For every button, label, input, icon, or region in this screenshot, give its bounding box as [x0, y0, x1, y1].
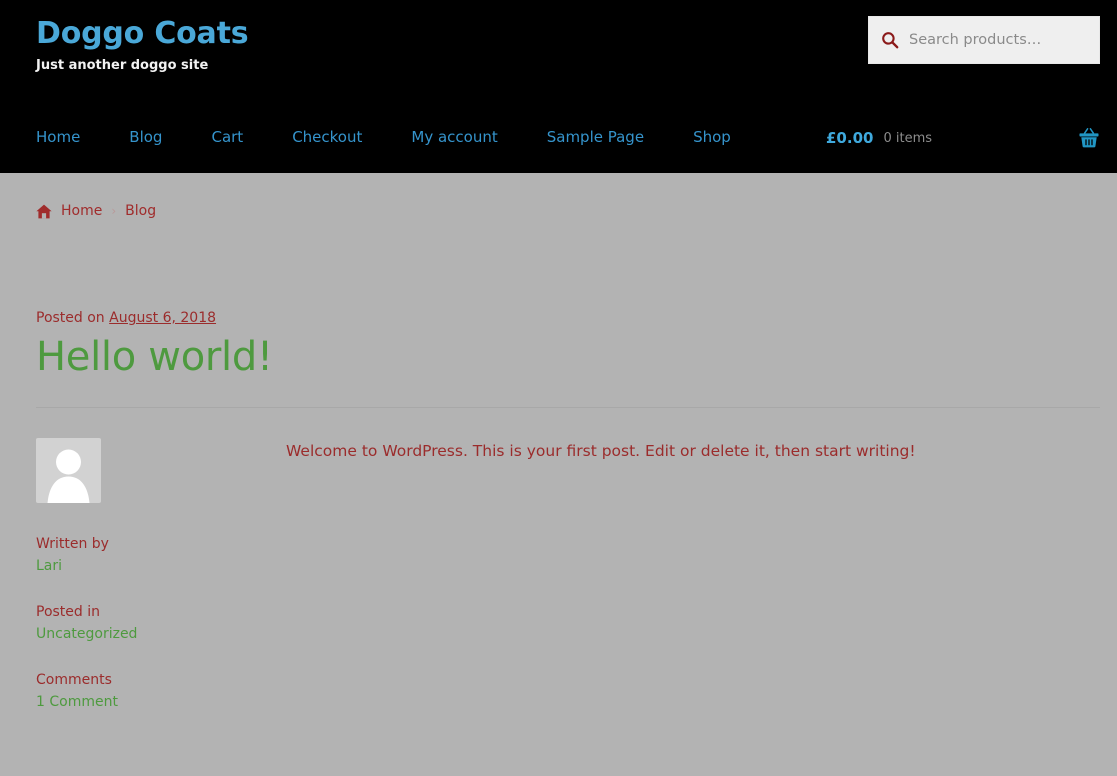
post-meta-sidebar: Written by Lari Posted in Uncategorized …	[36, 438, 286, 713]
nav-link-cart[interactable]: Cart	[211, 126, 243, 148]
primary-navigation: Home Blog Cart Checkout My account Sampl…	[36, 126, 731, 148]
product-search-form[interactable]	[868, 16, 1100, 64]
home-icon[interactable]	[36, 204, 52, 219]
nav-item-my-account[interactable]: My account	[411, 126, 497, 148]
post-date-link[interactable]: August 6, 2018	[109, 310, 216, 326]
post-content-paragraph: Welcome to WordPress. This is your first…	[286, 442, 916, 460]
breadcrumb-link-home[interactable]: Home	[61, 203, 102, 219]
nav-item-cart[interactable]: Cart	[211, 126, 243, 148]
breadcrumb-current: Blog	[125, 203, 157, 219]
breadcrumb: Home › Blog	[36, 203, 156, 219]
nav-item-home[interactable]: Home	[36, 126, 80, 148]
nav-link-checkout[interactable]: Checkout	[292, 126, 362, 148]
search-icon	[881, 31, 899, 49]
post-content: Welcome to WordPress. This is your first…	[286, 438, 1100, 713]
post-comments-block: Comments 1 Comment	[36, 669, 286, 713]
comments-count-link[interactable]: 1 Comment	[36, 691, 286, 713]
post-author-block: Written by Lari	[36, 533, 286, 577]
post-title[interactable]: Hello world!	[36, 333, 1100, 381]
nav-link-shop[interactable]: Shop	[693, 126, 731, 148]
nav-link-sample-page[interactable]: Sample Page	[547, 126, 644, 148]
search-input[interactable]	[909, 32, 1087, 48]
site-description: Just another doggo site	[36, 58, 209, 73]
category-label: Posted in	[36, 604, 101, 620]
site-header: Doggo Coats Just another doggo site Home…	[0, 0, 1117, 173]
cart-summary[interactable]: £0.00 0 items	[826, 124, 1100, 152]
post-category-block: Posted in Uncategorized	[36, 601, 286, 645]
nav-item-blog[interactable]: Blog	[129, 126, 162, 148]
nav-link-home[interactable]: Home	[36, 126, 80, 148]
shopping-basket-icon[interactable]	[1078, 127, 1100, 149]
post-body: Written by Lari Posted in Uncategorized …	[36, 438, 1100, 713]
author-name[interactable]: Lari	[36, 555, 286, 577]
nav-item-checkout[interactable]: Checkout	[292, 126, 362, 148]
post-divider	[36, 407, 1100, 408]
author-label: Written by	[36, 536, 109, 552]
nav-list: Home Blog Cart Checkout My account Sampl…	[36, 126, 731, 148]
cart-item-count: 0 items	[883, 130, 932, 146]
blog-post: Posted on August 6, 2018 Hello world! Wr…	[36, 309, 1100, 713]
cart-total-amount: £0.00	[826, 129, 874, 147]
nav-link-blog[interactable]: Blog	[129, 126, 162, 148]
post-date-meta: Posted on August 6, 2018	[36, 309, 1100, 327]
breadcrumb-separator: ›	[111, 204, 117, 218]
comments-label: Comments	[36, 672, 112, 688]
posted-on-label: Posted on	[36, 310, 105, 326]
site-title[interactable]: Doggo Coats	[36, 16, 249, 52]
category-name[interactable]: Uncategorized	[36, 623, 286, 645]
nav-item-sample-page[interactable]: Sample Page	[547, 126, 644, 148]
avatar-placeholder-icon	[36, 438, 101, 503]
nav-item-shop[interactable]: Shop	[693, 126, 731, 148]
site-branding: Doggo Coats Just another doggo site	[36, 16, 249, 74]
nav-link-my-account[interactable]: My account	[411, 126, 497, 148]
